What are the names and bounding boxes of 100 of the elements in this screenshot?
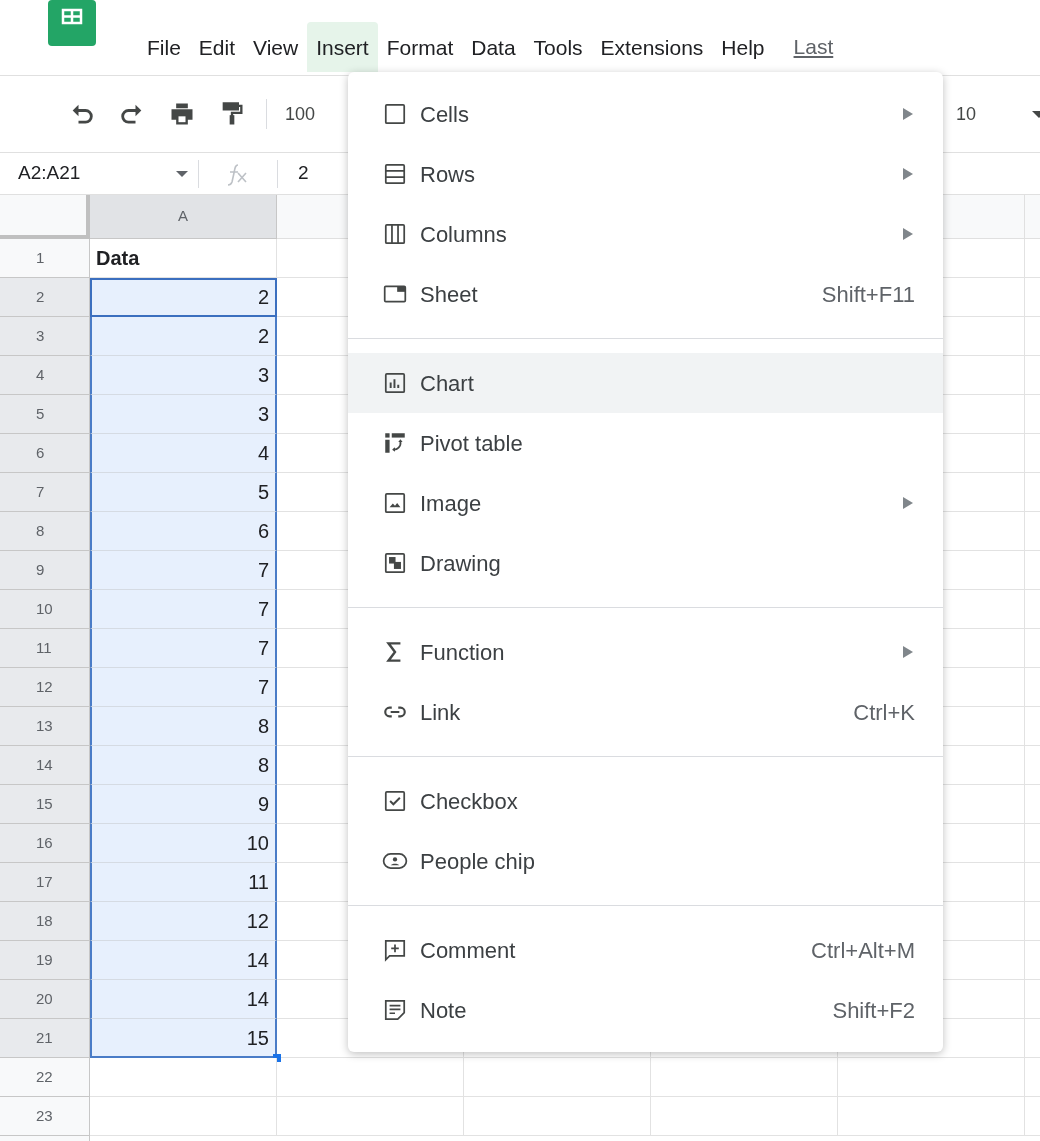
row-number[interactable]: 12 xyxy=(0,668,90,707)
menu-item[interactable]: Sheet Shift+F11 xyxy=(348,264,943,324)
table-cell[interactable]: 7 xyxy=(90,551,277,590)
shortcut-text: Ctrl+Alt+M xyxy=(811,936,915,965)
row-number[interactable]: 13 xyxy=(0,707,90,746)
row-number[interactable]: 15 xyxy=(0,785,90,824)
row-number[interactable]: 20 xyxy=(0,980,90,1019)
table-cell[interactable]: 10 xyxy=(90,824,277,863)
menu-item[interactable]: Note Shift+F2 xyxy=(348,980,943,1040)
row-number[interactable]: 16 xyxy=(0,824,90,863)
row-number[interactable]: 11 xyxy=(0,629,90,668)
column-header[interactable]: A xyxy=(90,195,277,239)
menu-bar-item[interactable]: File xyxy=(138,22,190,72)
font-size-value[interactable]: 10 xyxy=(955,100,976,128)
empty-cell[interactable] xyxy=(651,1097,838,1136)
shortcut-text: Ctrl+K xyxy=(853,698,915,727)
image-icon xyxy=(382,490,408,516)
square-icon xyxy=(382,101,408,127)
row-number[interactable]: 8 xyxy=(0,512,90,551)
menu-item[interactable]: Image xyxy=(348,473,943,533)
table-cell[interactable]: 3 xyxy=(90,356,277,395)
empty-cell[interactable] xyxy=(464,1097,651,1136)
empty-cell[interactable] xyxy=(838,1097,1025,1136)
menu-bar-item[interactable]: Extensions xyxy=(591,22,713,72)
table-cell[interactable] xyxy=(90,1058,277,1097)
row-number[interactable]: 6 xyxy=(0,434,90,473)
table-cell[interactable]: Data xyxy=(90,239,277,278)
row-number[interactable]: 1 xyxy=(0,239,90,278)
menu-bar-item[interactable]: Insert xyxy=(307,22,378,72)
row-number[interactable]: 9 xyxy=(0,551,90,590)
menu-item[interactable]: Pivot table xyxy=(348,413,943,473)
menu-bar-item[interactable]: Tools xyxy=(524,22,592,72)
menu-bar-item[interactable]: Data xyxy=(462,22,525,72)
bar-chart-icon xyxy=(382,370,408,396)
menu-item[interactable]: Checkbox xyxy=(348,771,943,831)
table-cell[interactable]: 14 xyxy=(90,980,277,1019)
row-number[interactable]: 18 xyxy=(0,902,90,941)
menu-bar-item[interactable]: Format xyxy=(377,22,463,72)
last-edit-link[interactable]: Last xyxy=(793,31,834,63)
submenu-arrow-icon xyxy=(903,108,913,120)
empty-cell[interactable] xyxy=(651,1058,838,1097)
comment-plus-icon xyxy=(382,937,408,963)
row-number[interactable]: 7 xyxy=(0,473,90,512)
menu-item[interactable]: Rows xyxy=(348,144,943,204)
zoom-value[interactable]: 100 xyxy=(285,100,316,128)
table-cell[interactable]: 4 xyxy=(90,434,277,473)
menu-item[interactable]: Link Ctrl+K xyxy=(348,682,943,742)
row-number[interactable]: 17 xyxy=(0,863,90,902)
menu-item[interactable]: Function xyxy=(348,622,943,682)
row-number[interactable]: 21 xyxy=(0,1019,90,1058)
row-number[interactable]: 3 xyxy=(0,317,90,356)
columns-icon xyxy=(382,221,408,247)
row-number[interactable]: 14 xyxy=(0,746,90,785)
table-cell[interactable]: 2 xyxy=(90,278,277,317)
table-cell[interactable]: 2 xyxy=(90,317,277,356)
menu-item[interactable]: Comment Ctrl+Alt+M xyxy=(348,920,943,980)
menu-item[interactable]: Cells xyxy=(348,84,943,144)
menu-item[interactable]: Columns xyxy=(348,204,943,264)
rows-icon xyxy=(382,161,408,187)
menu-bar-item[interactable]: Help xyxy=(712,22,774,72)
table-cell[interactable]: 9 xyxy=(90,785,277,824)
table-cell[interactable]: 11 xyxy=(90,863,277,902)
table-cell[interactable]: 12 xyxy=(90,902,277,941)
table-cell[interactable]: 8 xyxy=(90,746,277,785)
submenu-arrow-icon xyxy=(903,228,913,240)
menu-bar-item[interactable]: Edit xyxy=(189,22,245,72)
row-number[interactable]: 5 xyxy=(0,395,90,434)
table-cell[interactable]: 14 xyxy=(90,941,277,980)
spreadsheet-logo[interactable] xyxy=(48,0,96,46)
pivot-table-icon xyxy=(382,430,408,456)
shortcut-text: Shift+F11 xyxy=(821,280,915,309)
note-icon xyxy=(382,997,408,1023)
menu-item[interactable]: Drawing xyxy=(348,533,943,593)
drawing-icon xyxy=(382,550,408,576)
submenu-arrow-icon xyxy=(903,497,913,509)
table-cell[interactable]: 8 xyxy=(90,707,277,746)
menu-bar-item[interactable]: View xyxy=(244,22,308,72)
formula-value[interactable]: 2 xyxy=(298,159,309,188)
table-cell[interactable]: 6 xyxy=(90,512,277,551)
table-cell[interactable]: 15 xyxy=(90,1019,277,1058)
table-cell[interactable]: 7 xyxy=(90,629,277,668)
dropdown-caret-icon xyxy=(176,170,188,177)
table-cell[interactable]: 7 xyxy=(90,590,277,629)
row-number[interactable]: 22 xyxy=(0,1058,90,1097)
table-cell[interactable]: 7 xyxy=(90,668,277,707)
empty-cell[interactable] xyxy=(464,1058,651,1097)
table-cell[interactable]: 3 xyxy=(90,395,277,434)
name-box[interactable]: A2:A21 xyxy=(0,153,198,194)
table-cell[interactable]: 5 xyxy=(90,473,277,512)
checkbox-icon xyxy=(382,788,408,814)
row-number[interactable]: 23 xyxy=(0,1097,90,1136)
row-number[interactable]: 10 xyxy=(0,590,90,629)
corner-cell[interactable] xyxy=(0,195,90,239)
row-number[interactable]: 4 xyxy=(0,356,90,395)
table-cell[interactable] xyxy=(90,1097,277,1136)
empty-cell[interactable] xyxy=(838,1058,1025,1097)
menu-item[interactable]: Chart xyxy=(348,353,943,413)
menu-item[interactable]: People chip xyxy=(348,831,943,891)
row-number[interactable]: 19 xyxy=(0,941,90,980)
row-number[interactable]: 2 xyxy=(0,278,90,317)
